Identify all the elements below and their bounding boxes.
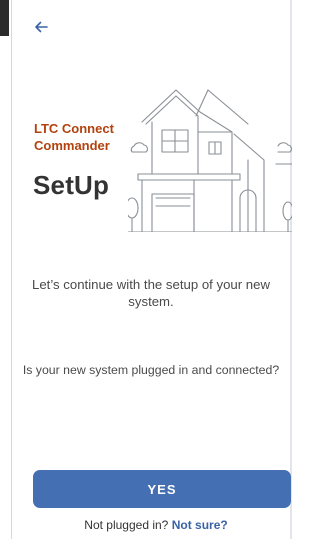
not-sure-link[interactable]: Not sure? <box>172 518 228 532</box>
page-title: SetUp <box>33 170 110 200</box>
footer-help: Not plugged in? Not sure? <box>20 518 292 532</box>
arrow-left-icon <box>34 20 48 34</box>
house-icon <box>125 82 294 233</box>
yes-button[interactable]: YES <box>33 470 291 508</box>
brand-line-2: Commander <box>34 138 110 153</box>
back-button[interactable] <box>30 16 52 38</box>
not-plugged-in-text: Not plugged in? <box>84 518 169 532</box>
brand-name: LTC Connect Commander <box>34 120 114 154</box>
plugged-in-question: Is your new system plugged in and connec… <box>22 363 280 377</box>
window-edge-marker <box>0 0 9 36</box>
brand-line-1: LTC Connect <box>34 121 114 136</box>
window-edge <box>0 0 12 539</box>
scrollbar[interactable] <box>290 0 292 539</box>
app-screen: LTC Connect Commander SetUp Let’s contin… <box>0 0 294 539</box>
setup-message: Let’s continue with the setup of your ne… <box>31 277 270 309</box>
